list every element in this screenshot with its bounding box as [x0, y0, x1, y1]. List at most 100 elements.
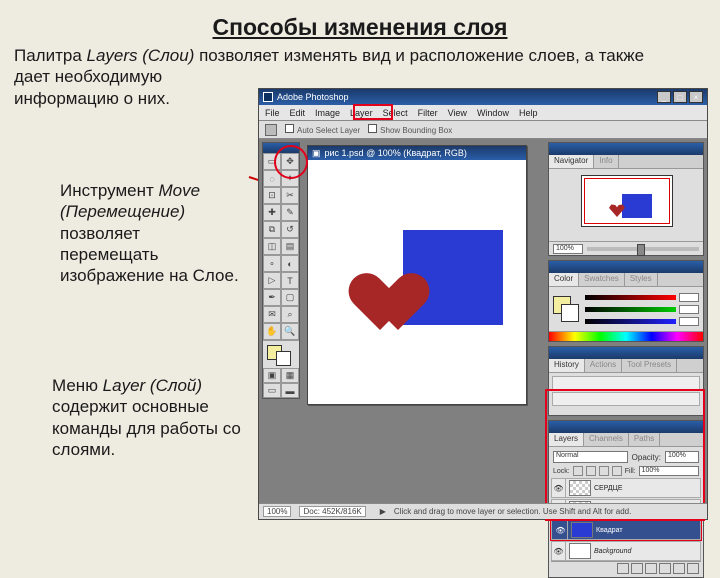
lock-pos-icon[interactable] — [599, 466, 609, 476]
tab-toolpresets[interactable]: Tool Presets — [622, 359, 677, 372]
callout-move: Инструмент Move (Перемещение) позволяет … — [60, 180, 240, 286]
menu-file[interactable]: File — [265, 108, 280, 118]
navigator-thumbnail[interactable] — [581, 175, 673, 227]
tool-history[interactable]: ↺ — [281, 221, 299, 238]
eye-icon[interactable]: 👁 — [552, 542, 566, 560]
tool-slice[interactable]: ✂ — [281, 187, 299, 204]
show-bbox-checkbox[interactable] — [368, 124, 377, 133]
menu-layer[interactable]: Layer — [350, 108, 373, 118]
lock-paint-icon[interactable] — [586, 466, 596, 476]
background-color[interactable] — [276, 351, 291, 366]
page-title: Способы изменения слоя — [0, 0, 720, 45]
toolbox: ▭ ✥ ◌ ✦ ⊡ ✂ ✚ ✎ ⧉ ↺ ◫ ▤ ∘ ◐ ▷ T ✒ ▢ ✉ ⌕ — [262, 142, 300, 399]
opacity-field[interactable]: 100% — [665, 451, 699, 463]
tab-navigator[interactable]: Navigator — [549, 155, 594, 168]
app-title: Adobe Photoshop — [277, 92, 349, 102]
tab-color[interactable]: Color — [549, 273, 579, 286]
maximize-button[interactable]: □ — [673, 91, 687, 103]
tab-styles[interactable]: Styles — [625, 273, 658, 286]
history-panel: History Actions Tool Presets — [548, 346, 704, 416]
lock-trans-icon[interactable] — [573, 466, 583, 476]
menubar: File Edit Image Layer Select Filter View… — [259, 105, 707, 121]
tool-shape[interactable]: ▢ — [281, 289, 299, 306]
status-docsize: Doc: 452K/816K — [299, 506, 365, 517]
screenmode-1[interactable]: ▭ — [263, 383, 281, 398]
tool-marquee[interactable]: ▭ — [263, 153, 281, 170]
layer-row[interactable]: 👁 СЕРДЦЕ — [551, 478, 701, 498]
navigator-zoom-field[interactable]: 100% — [553, 244, 583, 254]
canvas[interactable] — [308, 160, 526, 404]
color-spectrum[interactable] — [549, 331, 703, 341]
blend-mode-select[interactable]: Normal — [553, 451, 628, 463]
tool-stamp[interactable]: ⧉ — [263, 221, 281, 238]
tool-move[interactable]: ✥ — [281, 153, 299, 170]
mask-button[interactable] — [631, 563, 643, 574]
titlebar: Adobe Photoshop _ □ × — [259, 89, 707, 105]
tool-zoom[interactable]: 🔍 — [281, 323, 299, 340]
tab-swatches[interactable]: Swatches — [579, 273, 625, 286]
tool-blur[interactable]: ∘ — [263, 255, 281, 272]
status-bar: 100% Doc: 452K/816K ▶ Click and drag to … — [259, 503, 707, 519]
tool-path[interactable]: ▷ — [263, 272, 281, 289]
navigator-panel: Navigator Info 100% — [548, 142, 704, 256]
tab-info[interactable]: Info — [594, 155, 618, 168]
tab-actions[interactable]: Actions — [585, 359, 622, 372]
menu-filter[interactable]: Filter — [418, 108, 438, 118]
menu-view[interactable]: View — [448, 108, 467, 118]
eye-icon[interactable]: 👁 — [554, 521, 568, 539]
tool-gradient[interactable]: ▤ — [281, 238, 299, 255]
menu-edit[interactable]: Edit — [290, 108, 306, 118]
adjust-button[interactable] — [659, 563, 671, 574]
app-logo-icon — [263, 92, 273, 102]
close-button[interactable]: × — [689, 91, 703, 103]
auto-select-checkbox[interactable] — [285, 124, 294, 133]
tool-heal[interactable]: ✚ — [263, 204, 281, 221]
callout-layer-menu: Меню Layer (Слой) содержит основные кома… — [52, 375, 262, 460]
menu-select[interactable]: Select — [383, 108, 408, 118]
menu-window[interactable]: Window — [477, 108, 509, 118]
tool-lasso[interactable]: ◌ — [263, 170, 281, 187]
shape-heart — [363, 275, 433, 338]
minimize-button[interactable]: _ — [657, 91, 671, 103]
screenmode-2[interactable]: ▬ — [281, 383, 299, 398]
history-item[interactable] — [552, 392, 700, 406]
eye-icon[interactable]: 👁 — [552, 479, 566, 497]
document-title: ▣рис 1.psd @ 100% (Квадрат, RGB) — [308, 146, 526, 160]
tool-type[interactable]: T — [281, 272, 299, 289]
tool-notes[interactable]: ✉ — [263, 306, 281, 323]
quickmask-on[interactable]: ▦ — [281, 368, 299, 383]
tool-dodge[interactable]: ◐ — [281, 255, 299, 272]
quickmask-off[interactable]: ▣ — [263, 368, 281, 383]
trash-button[interactable] — [687, 563, 699, 574]
tab-layers[interactable]: Layers — [549, 433, 584, 446]
tool-brush[interactable]: ✎ — [281, 204, 299, 221]
tool-pen[interactable]: ✒ — [263, 289, 281, 306]
navigator-zoom-slider[interactable] — [587, 247, 699, 251]
tab-paths[interactable]: Paths — [629, 433, 660, 446]
tool-eyedrop[interactable]: ⌕ — [281, 306, 299, 323]
move-tool-icon — [265, 124, 277, 136]
document-window: ▣рис 1.psd @ 100% (Квадрат, RGB) — [307, 145, 527, 405]
layer-row[interactable]: 👁 Background — [551, 541, 701, 561]
workarea: ▭ ✥ ◌ ✦ ⊡ ✂ ✚ ✎ ⧉ ↺ ◫ ▤ ∘ ◐ ▷ T ✒ ▢ ✉ ⌕ — [259, 139, 707, 519]
menu-help[interactable]: Help — [519, 108, 538, 118]
history-item[interactable] — [552, 376, 700, 390]
new-layer-button[interactable] — [673, 563, 685, 574]
folder-button[interactable] — [645, 563, 657, 574]
layer-row-selected[interactable]: 👁 Квадрат — [551, 520, 701, 540]
tool-eraser[interactable]: ◫ — [263, 238, 281, 255]
options-bar: Auto Select Layer Show Bounding Box — [259, 121, 707, 139]
color-panel: Color Swatches Styles — [548, 260, 704, 342]
lock-all-icon[interactable] — [612, 466, 622, 476]
menu-image[interactable]: Image — [315, 108, 340, 118]
tool-wand[interactable]: ✦ — [281, 170, 299, 187]
fx-button[interactable] — [617, 563, 629, 574]
color-swatches[interactable] — [263, 340, 299, 368]
fill-field[interactable]: 100% — [639, 466, 699, 476]
photoshop-window: Adobe Photoshop _ □ × File Edit Image La… — [258, 88, 708, 520]
status-zoom[interactable]: 100% — [263, 506, 291, 517]
tool-crop[interactable]: ⊡ — [263, 187, 281, 204]
tool-hand[interactable]: ✋ — [263, 323, 281, 340]
tab-history[interactable]: History — [549, 359, 585, 372]
tab-channels[interactable]: Channels — [584, 433, 629, 446]
